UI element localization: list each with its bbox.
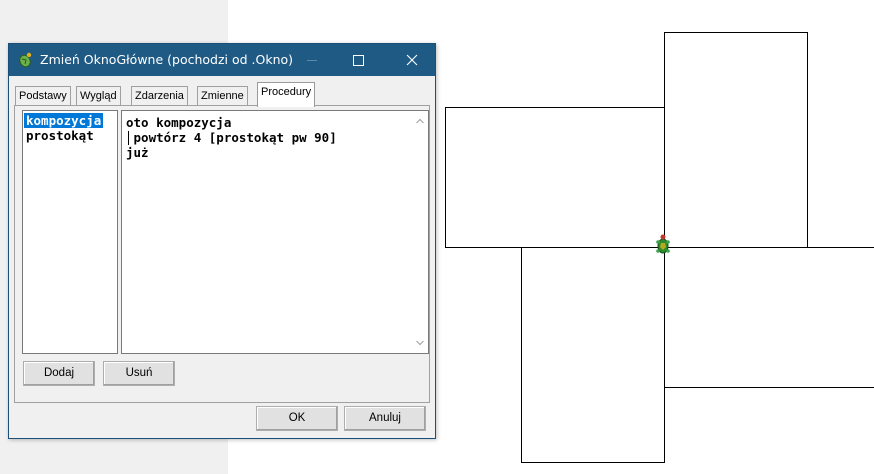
vertical-scrollbar[interactable]: [412, 111, 428, 353]
tab-wyglad[interactable]: Wygląd: [76, 86, 121, 106]
close-button[interactable]: [389, 44, 435, 76]
tab-podstawy[interactable]: Podstawy: [15, 86, 71, 106]
list-item[interactable]: prostokąt: [24, 128, 96, 143]
title-bar[interactable]: Zmień OknoGłówne (pochodzi od .Okno): [9, 44, 435, 76]
maximize-icon: [353, 55, 364, 66]
turtle-icon: [656, 234, 670, 254]
code-editor[interactable]: oto kompozycja powtórz 4 [prostokąt pw 9…: [121, 110, 429, 354]
close-icon: [406, 54, 418, 66]
minimize-button[interactable]: [289, 44, 335, 76]
chevron-up-icon: [416, 118, 424, 124]
text-caret: [128, 131, 129, 145]
rectangle-right: [664, 247, 874, 388]
window-title: Zmień OknoGłówne (pochodzi od .Okno): [40, 52, 294, 67]
rectangle-bottom: [521, 247, 665, 463]
tab-zdarzenia[interactable]: Zdarzenia: [131, 86, 188, 106]
code-line: powtórz 4 [prostokąt pw 90]: [126, 130, 337, 145]
tab-procedury[interactable]: Procedury: [257, 82, 316, 107]
procedure-list[interactable]: kompozycja prostokąt: [22, 110, 118, 354]
code-line: oto kompozycja: [126, 115, 232, 130]
tab-zmienne[interactable]: Zmienne: [197, 86, 248, 106]
chevron-down-icon: [416, 340, 424, 346]
minimize-icon: [307, 60, 317, 61]
rectangle-top: [664, 32, 808, 248]
app-turtle-icon: [19, 52, 32, 68]
code-line: już: [126, 145, 149, 160]
change-window-dialog: Zmień OknoGłówne (pochodzi od .Okno) Pod…: [8, 43, 436, 439]
list-item[interactable]: kompozycja: [24, 113, 104, 128]
remove-button[interactable]: Usuń: [103, 361, 175, 386]
rectangle-left: [445, 107, 665, 248]
maximize-button[interactable]: [335, 44, 381, 76]
add-button[interactable]: Dodaj: [23, 361, 95, 386]
cancel-button[interactable]: Anuluj: [344, 406, 426, 431]
ok-button[interactable]: OK: [256, 406, 338, 431]
